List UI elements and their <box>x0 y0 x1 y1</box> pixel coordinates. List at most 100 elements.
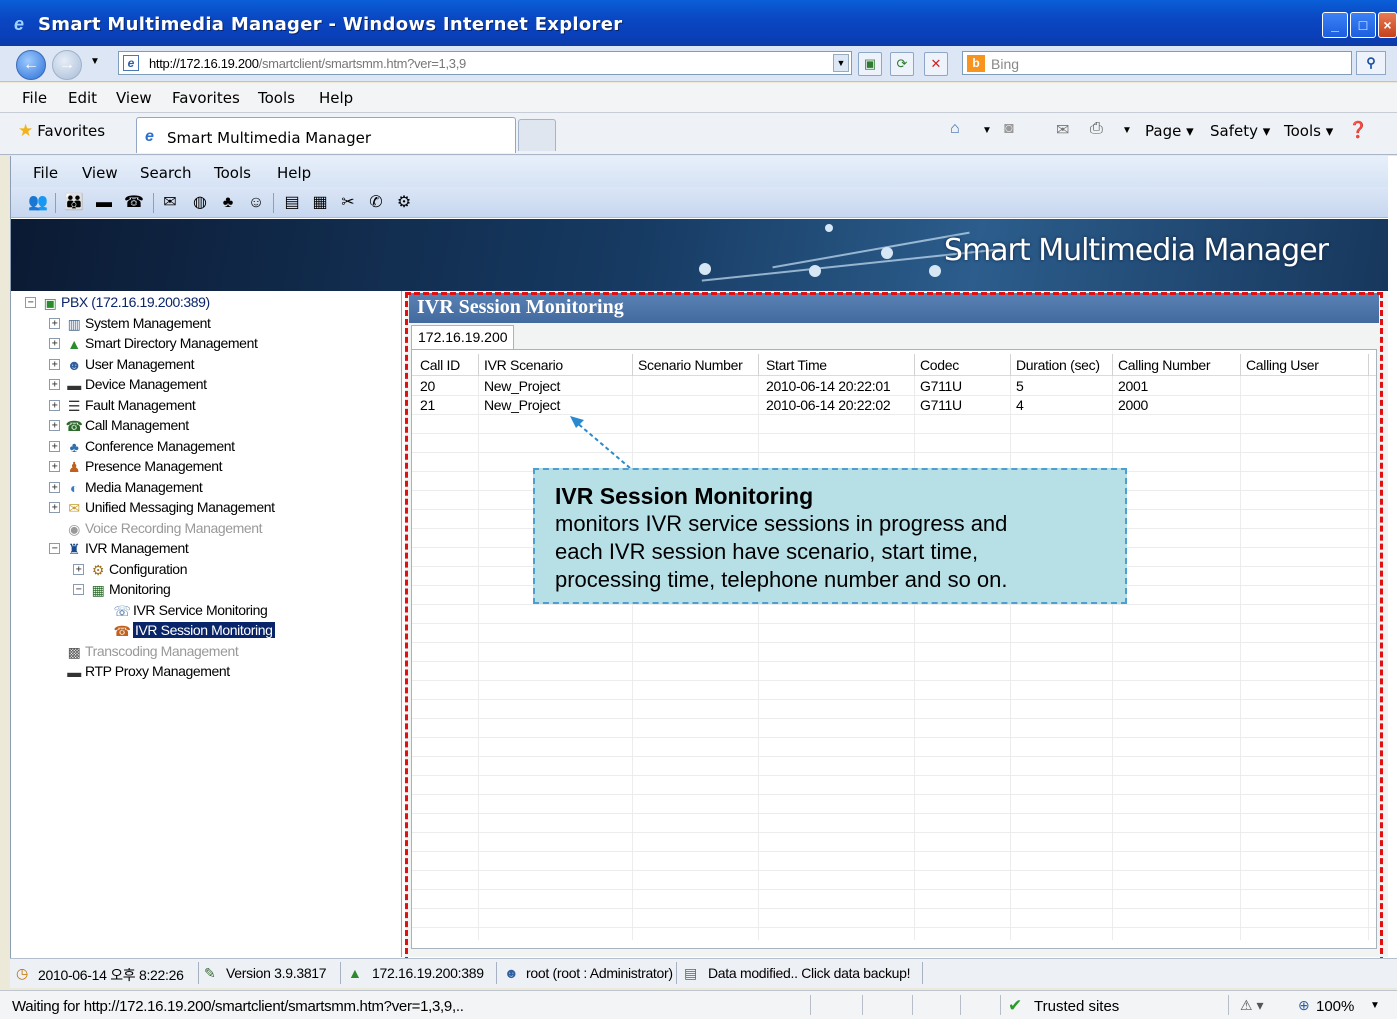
browser-tab-active[interactable]: e Smart Multimedia Manager <box>136 117 516 153</box>
print-icon[interactable]: ⎙ <box>1090 120 1103 138</box>
app-menu-view[interactable]: View <box>82 164 118 182</box>
person-toolbar-icon[interactable]: ☺ <box>245 193 267 213</box>
globe-toolbar-icon[interactable]: ◍ <box>189 193 211 213</box>
transcoding-icon: ▩ <box>67 644 81 660</box>
window-title: Smart Multimedia Manager - Windows Inter… <box>38 14 623 35</box>
search-input[interactable]: b Bing <box>962 51 1352 75</box>
app-menu-file[interactable]: File <box>33 164 58 182</box>
zoom-dropdown-icon[interactable]: ▼ <box>1370 1000 1380 1011</box>
col-ivr-scenario[interactable]: IVR Scenario <box>484 357 563 373</box>
col-scenario-number[interactable]: Scenario Number <box>638 357 743 373</box>
read-mail-icon[interactable]: ✉ <box>1056 120 1069 140</box>
status-notice[interactable]: Data modified.. Click data backup! <box>708 965 911 981</box>
messaging-icon: ✉ <box>68 500 80 516</box>
session-monitor-icon: ☎ <box>113 623 131 639</box>
feeds-icon[interactable]: ◙ <box>1004 120 1014 138</box>
col-start-time[interactable]: Start Time <box>766 357 827 373</box>
zone-label: Trusted sites <box>1034 998 1120 1015</box>
menu-tools[interactable]: Tools <box>258 89 295 107</box>
col-calling-number[interactable]: Calling Number <box>1118 357 1211 373</box>
grid-row-line <box>412 452 1376 453</box>
grid-row-line <box>412 889 1376 890</box>
callout-line: processing time, telephone number and so… <box>555 567 1008 592</box>
configuration-icon: ⚙ <box>91 562 105 578</box>
fault-icon: ☰ <box>67 398 81 414</box>
window-titlebar: e Smart Multimedia Manager - Windows Int… <box>0 0 1397 46</box>
menu-favorites[interactable]: Favorites <box>172 89 240 107</box>
tools-menu[interactable]: Tools ▾ <box>1284 122 1333 140</box>
system-icon: ▥ <box>67 316 81 332</box>
table-row[interactable]: 20 New_Project 2010-06-14 20:22:01 G711U… <box>412 377 1376 396</box>
recent-pages-dropdown-icon[interactable]: ▼ <box>90 56 100 67</box>
new-tab-button[interactable] <box>518 119 556 151</box>
mail-toolbar-icon[interactable]: ✉ <box>159 193 181 213</box>
ie-menubar: File Edit View Favorites Tools Help <box>0 83 1397 113</box>
protected-mode-icon[interactable]: ⚠ ▾ <box>1240 997 1263 1014</box>
menu-file[interactable]: File <box>22 89 47 107</box>
address-field[interactable]: e http://172.16.19.200/smartclient/smart… <box>118 51 852 75</box>
grid-row-line <box>412 395 1376 396</box>
grid-column-line <box>1368 376 1369 940</box>
device-toolbar-icon[interactable]: ▬ <box>93 193 115 213</box>
grid-row-line <box>412 851 1376 852</box>
conference-toolbar-icon[interactable]: ♣ <box>217 193 239 213</box>
app-menu-help[interactable]: Help <box>277 164 311 182</box>
refresh-icon[interactable]: ⟳ <box>890 52 914 76</box>
app-menu-search[interactable]: Search <box>140 164 192 182</box>
back-button[interactable]: ← <box>16 50 46 80</box>
page-menu[interactable]: Page ▾ <box>1145 122 1194 140</box>
col-codec[interactable]: Codec <box>920 357 959 373</box>
grid-column-line <box>914 376 915 940</box>
checkmark-icon: ✔ <box>1008 996 1023 1015</box>
menu-view[interactable]: View <box>116 89 152 107</box>
grid-row-line <box>412 718 1376 719</box>
home-dropdown-icon[interactable]: ▼ <box>982 125 992 136</box>
tools-toolbar-icon[interactable]: ✂ <box>337 193 359 213</box>
col-calling-user[interactable]: Calling User <box>1246 357 1319 373</box>
zoom-level[interactable]: 100% <box>1316 998 1354 1015</box>
help-icon[interactable]: ❓ <box>1348 120 1368 140</box>
users-toolbar-icon[interactable]: 👥 <box>27 193 49 213</box>
presence-icon: ♟ <box>67 459 81 475</box>
grid-column-line <box>758 376 759 940</box>
settings-toolbar-icon[interactable]: ⚙ <box>393 193 415 213</box>
minimize-button[interactable]: _ <box>1322 12 1348 38</box>
safety-menu[interactable]: Safety ▾ <box>1210 122 1270 140</box>
grid-row-line <box>412 870 1376 871</box>
home-icon[interactable]: ⌂ <box>950 120 960 138</box>
callout-title: IVR Session Monitoring <box>555 483 814 509</box>
session-grid: Call ID IVR Scenario Scenario Number Sta… <box>411 349 1377 949</box>
menu-edit[interactable]: Edit <box>68 89 97 107</box>
menu-help[interactable]: Help <box>319 89 353 107</box>
favorites-button[interactable]: ★ Favorites <box>18 121 105 141</box>
col-duration[interactable]: Duration (sec) <box>1016 357 1100 373</box>
compatibility-view-icon[interactable]: ▣ <box>858 52 882 76</box>
group-toolbar-icon[interactable]: 👪 <box>63 193 85 213</box>
col-call-id[interactable]: Call ID <box>420 357 460 373</box>
grid-row-line <box>412 794 1376 795</box>
search-icon[interactable]: ⚲ <box>1356 51 1386 75</box>
directory-icon: ▲ <box>67 336 81 352</box>
app-menubar: File View Search Tools Help <box>11 156 1388 187</box>
grid-row-line <box>412 813 1376 814</box>
server-tab[interactable]: 172.16.19.200 <box>411 325 514 349</box>
phone-toolbar-icon[interactable]: ☎ <box>123 193 145 213</box>
zoom-icon[interactable]: ⊕ <box>1298 997 1310 1014</box>
document-toolbar-icon[interactable]: ▦ <box>309 193 331 213</box>
address-url: http://172.16.19.200/smartclient/smartsm… <box>149 56 466 71</box>
close-button[interactable]: × <box>1378 12 1397 38</box>
page-icon: e <box>123 55 139 71</box>
maximize-button[interactable]: □ <box>1350 12 1376 38</box>
forward-button[interactable]: → <box>52 50 82 80</box>
status-server: 172.16.19.200:389 <box>372 965 484 981</box>
monitoring-icon: ▦ <box>91 582 105 598</box>
address-dropdown-icon[interactable]: ▼ <box>833 54 849 72</box>
report-toolbar-icon[interactable]: ▤ <box>281 193 303 213</box>
table-row[interactable]: 21 New_Project 2010-06-14 20:22:02 G711U… <box>412 396 1376 415</box>
grid-row-line <box>412 623 1376 624</box>
stop-icon[interactable]: ✕ <box>924 52 948 76</box>
call-toolbar-icon[interactable]: ✆ <box>365 193 387 213</box>
app-menu-tools[interactable]: Tools <box>214 164 251 182</box>
print-dropdown-icon[interactable]: ▼ <box>1122 125 1132 136</box>
favorites-label: Favorites <box>37 122 106 140</box>
